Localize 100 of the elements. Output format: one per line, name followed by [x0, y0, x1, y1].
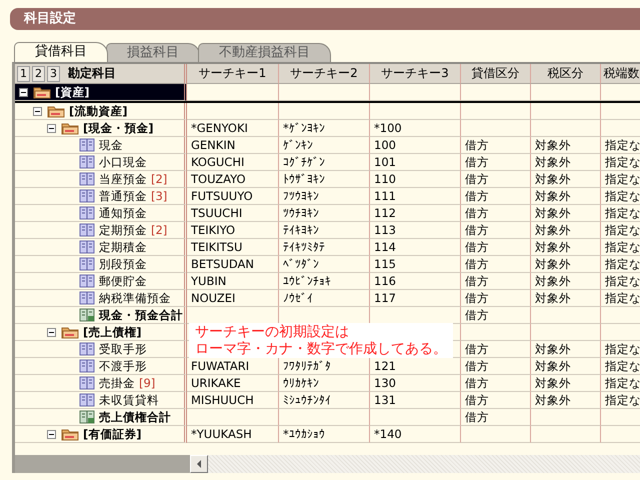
- tab[interactable]: 損益科目: [106, 43, 200, 62]
- table-cell: *140: [374, 427, 402, 441]
- expander-icon[interactable]: [33, 106, 42, 116]
- table-cell: 指定な: [605, 172, 640, 186]
- account-name: 売上債権合計: [99, 409, 171, 425]
- table-cell: 対象外: [535, 393, 571, 407]
- expander-icon[interactable]: [47, 124, 56, 132]
- table-row[interactable]: 郵便貯金 YUBIN ﾕｳﾋﾞﾝﾁｮｷ 116 借方 対象外 指定な: [15, 273, 640, 290]
- table-cell: 指定な: [605, 376, 640, 390]
- table-cell: 111: [374, 189, 396, 203]
- table-row[interactable]: 現金 GENKIN ｹﾞﾝｷﾝ 100 借方 対象外 指定な: [15, 137, 640, 154]
- book-icon: [79, 138, 95, 152]
- table-cell: 指定な: [605, 393, 640, 407]
- account-name: [売上債権]: [83, 324, 142, 340]
- table-cell: 指定な: [605, 189, 640, 203]
- table-cell: 指定な: [605, 291, 640, 305]
- table-cell: ﾄｳｻﾞﾖｷﾝ: [283, 172, 325, 186]
- table-cell: 対象外: [535, 240, 571, 254]
- left-arrow-icon: [196, 460, 202, 468]
- table-cell: 113: [374, 223, 396, 237]
- folder-icon: [61, 325, 79, 339]
- table-cell: 借方: [465, 274, 489, 288]
- table-cell: 借方: [465, 138, 489, 152]
- table-row[interactable]: 定期積金 TEIKITSU ﾃｲｷﾂﾐﾀﾃ 114 借方 対象外 指定な: [15, 239, 640, 256]
- table-cell: 借方: [465, 291, 489, 305]
- table-cell: 117: [374, 291, 396, 305]
- account-name: [流動資産]: [69, 103, 128, 119]
- column-header[interactable]: 税区分: [531, 64, 601, 84]
- level-button[interactable]: 2: [32, 66, 45, 82]
- table-cell: 借方: [465, 257, 489, 271]
- table-cell: 対象外: [535, 342, 571, 356]
- account-name: [資産]: [55, 84, 90, 100]
- folder-icon: [61, 121, 79, 135]
- table-row[interactable]: 通知預金 TSUUCHI ﾂｳﾁﾖｷﾝ 112 借方 対象外 指定な: [15, 205, 640, 222]
- column-header[interactable]: サーチキー3: [370, 64, 461, 84]
- account-name: [有価証券]: [83, 426, 142, 442]
- table-cell: ﾂｳﾁﾖｷﾝ: [283, 206, 319, 220]
- table-cell: 対象外: [535, 376, 571, 390]
- table-cell: 指定な: [605, 223, 640, 237]
- table-row[interactable]: 小口現金 KOGUCHI ｺｸﾞﾁｹﾞﾝ 101 借方 対象外 指定な: [15, 154, 640, 171]
- level-button[interactable]: 3: [47, 66, 60, 82]
- table-cell: KOGUCHI: [191, 155, 244, 169]
- account-name: 定期積金: [99, 239, 147, 255]
- table-cell: 対象外: [535, 223, 571, 237]
- table-cell: 114: [374, 240, 396, 254]
- expander-icon[interactable]: [47, 430, 56, 438]
- table-cell: YUBIN: [191, 274, 226, 288]
- table-row[interactable]: 未収賃貸料 MISHUUCH ﾐｼｭｳﾁﾝﾀｲ 131 借方 対象外 指定な: [15, 392, 640, 409]
- column-header[interactable]: サーチキー2: [279, 64, 370, 84]
- table-row[interactable]: 当座預金 [2] TOUZAYO ﾄｳｻﾞﾖｷﾝ 110 借方 対象外 指定な: [15, 171, 640, 188]
- table-row[interactable]: [資産]: [15, 84, 640, 103]
- column-header[interactable]: サーチキー1: [187, 64, 279, 84]
- table-cell: 対象外: [535, 291, 571, 305]
- scroll-left-button[interactable]: [190, 455, 208, 473]
- table-row[interactable]: 売上債権合計 借方: [15, 409, 640, 426]
- table-cell: *GENYOKI: [191, 121, 248, 135]
- tab[interactable]: 貸借科目: [14, 42, 108, 62]
- table-row[interactable]: 別段預金 BETSUDAN ﾍﾞﾂﾀﾞﾝ 115 借方 対象外 指定な: [15, 256, 640, 273]
- book-icon: [79, 291, 95, 305]
- table-cell: 借方: [465, 342, 489, 356]
- account-name: 当座預金: [99, 171, 147, 187]
- expander-icon[interactable]: [19, 88, 28, 96]
- table-row[interactable]: 売掛金 [9] URIKAKE ｳﾘｶｹｷﾝ 130 借方 対象外 指定な: [15, 375, 640, 392]
- table-cell: 対象外: [535, 155, 571, 169]
- table-cell: 指定な: [605, 359, 640, 373]
- account-name: 小口現金: [99, 154, 147, 170]
- column-header[interactable]: 貸借区分: [461, 64, 531, 84]
- tab[interactable]: 不動産損益科目: [198, 43, 331, 62]
- book-icon: [79, 376, 95, 390]
- table-cell: 借方: [465, 189, 489, 203]
- table-cell: 指定な: [605, 342, 640, 356]
- column-header: 勘定科目: [68, 65, 116, 82]
- table-cell: 131: [374, 393, 396, 407]
- table-row[interactable]: [流動資産]: [15, 103, 640, 120]
- account-name: 売掛金: [99, 375, 135, 391]
- table-cell: ﾃｲｷﾂﾐﾀﾃ: [283, 240, 325, 254]
- table-cell: *ｹﾞﾝﾖｷﾝ: [283, 121, 325, 135]
- account-name: 不渡手形: [99, 358, 147, 374]
- table-cell: 借方: [465, 359, 489, 373]
- level-button[interactable]: 1: [17, 66, 30, 82]
- book-icon: [79, 359, 95, 373]
- column-header[interactable]: 税端数: [601, 64, 640, 84]
- expander-icon[interactable]: [47, 328, 56, 336]
- table-cell: 借方: [465, 240, 489, 254]
- table-row[interactable]: 納税準備預金 NOUZEI ﾉｳｾﾞｲ 117 借方 対象外 指定な: [15, 290, 640, 307]
- table-cell: 115: [374, 257, 396, 271]
- account-name: 受取手形: [99, 341, 147, 357]
- account-name: 定期預金: [99, 222, 147, 238]
- table-cell: ﾃｲｷﾖｷﾝ: [283, 223, 319, 237]
- table-cell: 借方: [465, 155, 489, 169]
- account-name: 通知預金: [99, 205, 147, 221]
- table-cell: FUTSUUYO: [191, 189, 253, 203]
- account-name: 現金: [99, 137, 123, 153]
- table-cell: 対象外: [535, 206, 571, 220]
- table-row[interactable]: 定期預金 [2] TEIKIYO ﾃｲｷﾖｷﾝ 113 借方 対象外 指定な: [15, 222, 640, 239]
- table-row[interactable]: [有価証券] *YUUKASH *ﾕｳｶｼｮｳ *140: [15, 426, 640, 443]
- table-cell: 指定な: [605, 138, 640, 152]
- table-cell: 130: [374, 376, 396, 390]
- table-row[interactable]: [現金・預金] *GENYOKI *ｹﾞﾝﾖｷﾝ *100: [15, 120, 640, 137]
- table-row[interactable]: 普通預金 [3] FUTSUUYO ﾌﾂｳﾖｷﾝ 111 借方 対象外 指定な: [15, 188, 640, 205]
